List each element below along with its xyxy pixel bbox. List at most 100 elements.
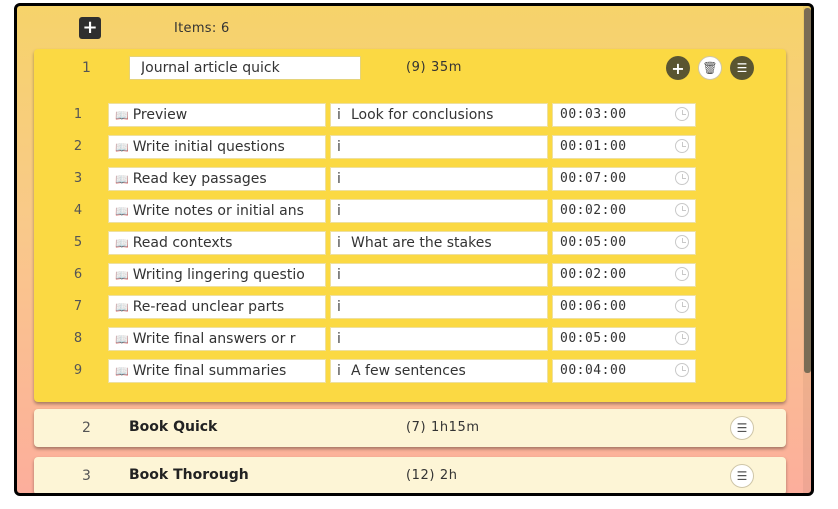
routine-title: Book Quick: [129, 419, 218, 435]
step-number: 1: [73, 107, 83, 122]
routine-meta: (9) 35m: [406, 60, 462, 75]
step-time-field[interactable]: 00:06:00: [552, 295, 696, 319]
step-row: 9 📖 Write final summaries i A few sentences 0…: [34, 359, 786, 383]
step-name: Write notes or initial ans: [132, 203, 304, 219]
step-row: 2 📖 Write initial questions i 00:01:00: [34, 135, 786, 159]
step-note-field[interactable]: i: [330, 263, 548, 287]
step-name-field[interactable]: 📖 Write notes or initial ans: [108, 199, 326, 223]
routine-number: 3: [82, 468, 91, 484]
info-icon: i: [337, 331, 341, 347]
step-time-field[interactable]: 00:02:00: [552, 199, 696, 223]
step-time: 00:05:00: [560, 235, 627, 250]
step-row: 1 📖 Preview i Look for conclusions 00:03:00: [34, 103, 786, 127]
book-icon: 📖: [115, 109, 129, 122]
step-time-field[interactable]: 00:03:00: [552, 103, 696, 127]
step-time: 00:05:00: [560, 331, 627, 346]
step-name: Write final answers or r: [132, 331, 296, 347]
routine-number: 1: [82, 60, 91, 76]
clock-icon[interactable]: [675, 299, 689, 313]
step-note-field[interactable]: i: [330, 167, 548, 191]
routine-meta: (12) 2h: [406, 468, 458, 483]
book-icon: 📖: [115, 301, 129, 314]
clock-icon[interactable]: [675, 363, 689, 377]
clock-icon[interactable]: [675, 331, 689, 345]
clock-icon[interactable]: [675, 203, 689, 217]
info-icon: i: [337, 203, 341, 219]
step-time-field[interactable]: 00:04:00: [552, 359, 696, 383]
step-row: 3 📖 Read key passages i 00:07:00: [34, 167, 786, 191]
book-icon: 📖: [115, 173, 129, 186]
step-time-field[interactable]: 00:05:00: [552, 327, 696, 351]
step-name-field[interactable]: 📖 Write final answers or r: [108, 327, 326, 351]
step-note-field[interactable]: i A few sentences: [330, 359, 548, 383]
trash-icon: 🗑: [702, 61, 718, 75]
step-time: 00:02:00: [560, 267, 627, 282]
step-name-field[interactable]: 📖 Read contexts: [108, 231, 326, 255]
step-time-field[interactable]: 00:07:00: [552, 167, 696, 191]
step-note-field[interactable]: i: [330, 327, 548, 351]
step-name-field[interactable]: 📖 Re-read unclear parts: [108, 295, 326, 319]
step-time: 00:06:00: [560, 299, 627, 314]
step-name-field[interactable]: 📖 Preview: [108, 103, 326, 127]
routine-card[interactable]: 3 Book Thorough (12) 2h ☰: [34, 457, 786, 493]
routine-title: Book Thorough: [129, 467, 249, 483]
routine-title-input[interactable]: [129, 56, 361, 80]
info-icon: i: [337, 267, 341, 283]
step-note-field[interactable]: i What are the stakes: [330, 231, 548, 255]
step-name-field[interactable]: 📖 Write final summaries: [108, 359, 326, 383]
top-toolbar: + Items: 6: [17, 6, 811, 50]
plus-circle-icon: +: [671, 58, 685, 78]
add-routine-button[interactable]: +: [79, 17, 101, 39]
scrollbar-thumb[interactable]: [804, 8, 811, 373]
step-time-field[interactable]: 00:05:00: [552, 231, 696, 255]
info-icon: i: [337, 235, 341, 251]
info-icon: i: [337, 171, 341, 187]
scrollbar[interactable]: [803, 6, 811, 493]
step-number: 9: [73, 363, 83, 378]
info-icon: i: [337, 363, 341, 379]
step-time: 00:02:00: [560, 203, 627, 218]
list-icon: ☰: [736, 469, 748, 483]
clock-icon[interactable]: [675, 107, 689, 121]
list-view-button[interactable]: ☰: [730, 56, 754, 80]
step-note: What are the stakes: [351, 235, 492, 251]
app-frame: + Items: 6 1 (9) 35m + 🗑 ☰ 1 📖PreviewiLoo…: [14, 3, 814, 496]
step-time: 00:01:00: [560, 139, 627, 154]
book-icon: 📖: [115, 141, 129, 154]
routine-card[interactable]: 1 (9) 35m + 🗑 ☰ 1 📖PreviewiLook for concl…: [34, 49, 786, 402]
clock-icon[interactable]: [675, 171, 689, 185]
step-time-field[interactable]: 00:02:00: [552, 263, 696, 287]
step-time: 00:04:00: [560, 363, 627, 378]
info-icon: i: [337, 107, 341, 123]
step-note-field[interactable]: i: [330, 199, 548, 223]
clock-icon[interactable]: [675, 139, 689, 153]
step-name-field[interactable]: 📖 Write initial questions: [108, 135, 326, 159]
list-view-button[interactable]: ☰: [730, 464, 754, 488]
step-row: 7 📖 Re-read unclear parts i 00:06:00: [34, 295, 786, 319]
step-row: 4 📖 Write notes or initial ans i 00:02:00: [34, 199, 786, 223]
clock-icon[interactable]: [675, 235, 689, 249]
step-number: 2: [73, 139, 83, 154]
book-icon: 📖: [115, 365, 129, 378]
info-icon: i: [337, 139, 341, 155]
add-step-button[interactable]: +: [666, 56, 690, 80]
step-name-field[interactable]: 📖 Writing lingering questio: [108, 263, 326, 287]
step-note-field[interactable]: i: [330, 295, 548, 319]
delete-routine-button[interactable]: 🗑: [698, 56, 722, 80]
step-number: 6: [73, 267, 83, 282]
step-row: 6 📖 Writing lingering questio i 00:02:00: [34, 263, 786, 287]
book-icon: 📖: [115, 205, 129, 218]
step-number: 4: [73, 203, 83, 218]
step-number: 8: [73, 331, 83, 346]
step-number: 3: [73, 171, 83, 186]
info-icon: i: [337, 299, 341, 315]
step-time-field[interactable]: 00:01:00: [552, 135, 696, 159]
step-name-field[interactable]: 📖 Read key passages: [108, 167, 326, 191]
step-note-field[interactable]: i: [330, 135, 548, 159]
routine-card[interactable]: 2 Book Quick (7) 1h15m ☰: [34, 409, 786, 447]
book-icon: 📖: [115, 237, 129, 250]
step-note-field[interactable]: i Look for conclusions: [330, 103, 548, 127]
clock-icon[interactable]: [675, 267, 689, 281]
list-view-button[interactable]: ☰: [730, 416, 754, 440]
routine-meta: (7) 1h15m: [406, 420, 480, 435]
